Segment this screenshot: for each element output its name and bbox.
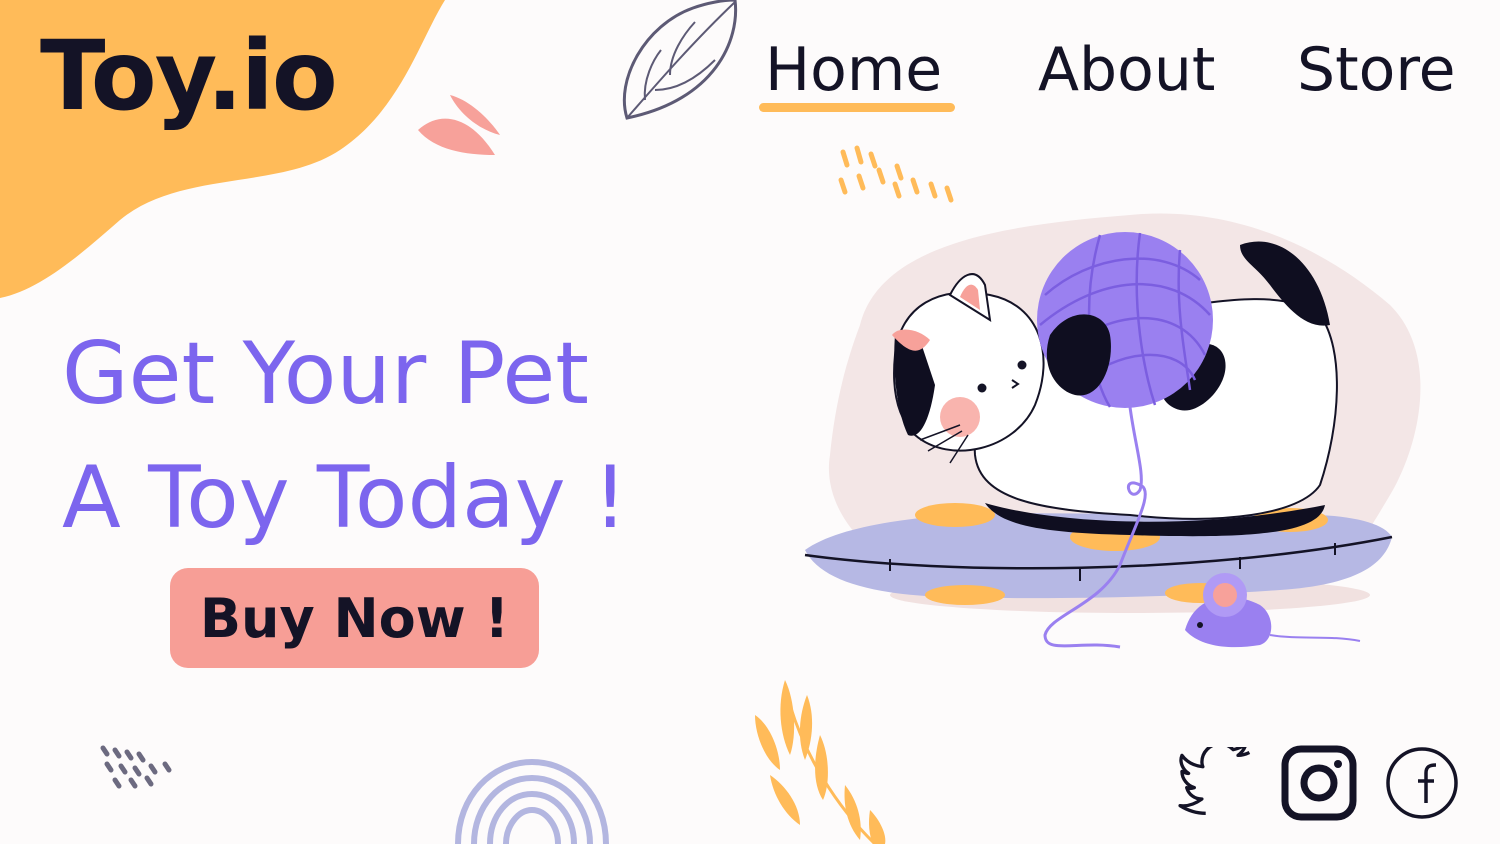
headline-line-2: A Toy Today ! (62, 448, 628, 548)
arch-decoration (455, 758, 609, 844)
nav-store-link[interactable]: Store (1297, 40, 1456, 100)
facebook-icon[interactable] (1384, 745, 1460, 821)
nav-about-link[interactable]: About (1038, 40, 1215, 100)
social-links (1178, 745, 1460, 821)
hero-headline: Get Your Pet A Toy Today ! (62, 312, 627, 560)
instagram-icon[interactable] (1281, 745, 1357, 821)
fern-decoration (755, 680, 886, 844)
twitter-icon[interactable] (1178, 747, 1254, 815)
gray-dots-decoration (100, 745, 172, 789)
outline-leaf-decoration (622, 0, 738, 120)
pink-leaf-decoration (418, 95, 500, 155)
headline-line-1: Get Your Pet (62, 324, 589, 424)
buy-now-button[interactable]: Buy Now ! (170, 568, 539, 668)
active-nav-indicator (759, 103, 955, 112)
nav-home-link[interactable]: Home (765, 40, 942, 100)
brand-logo[interactable]: Toy.io (40, 28, 338, 124)
cat-illustration (804, 213, 1421, 649)
